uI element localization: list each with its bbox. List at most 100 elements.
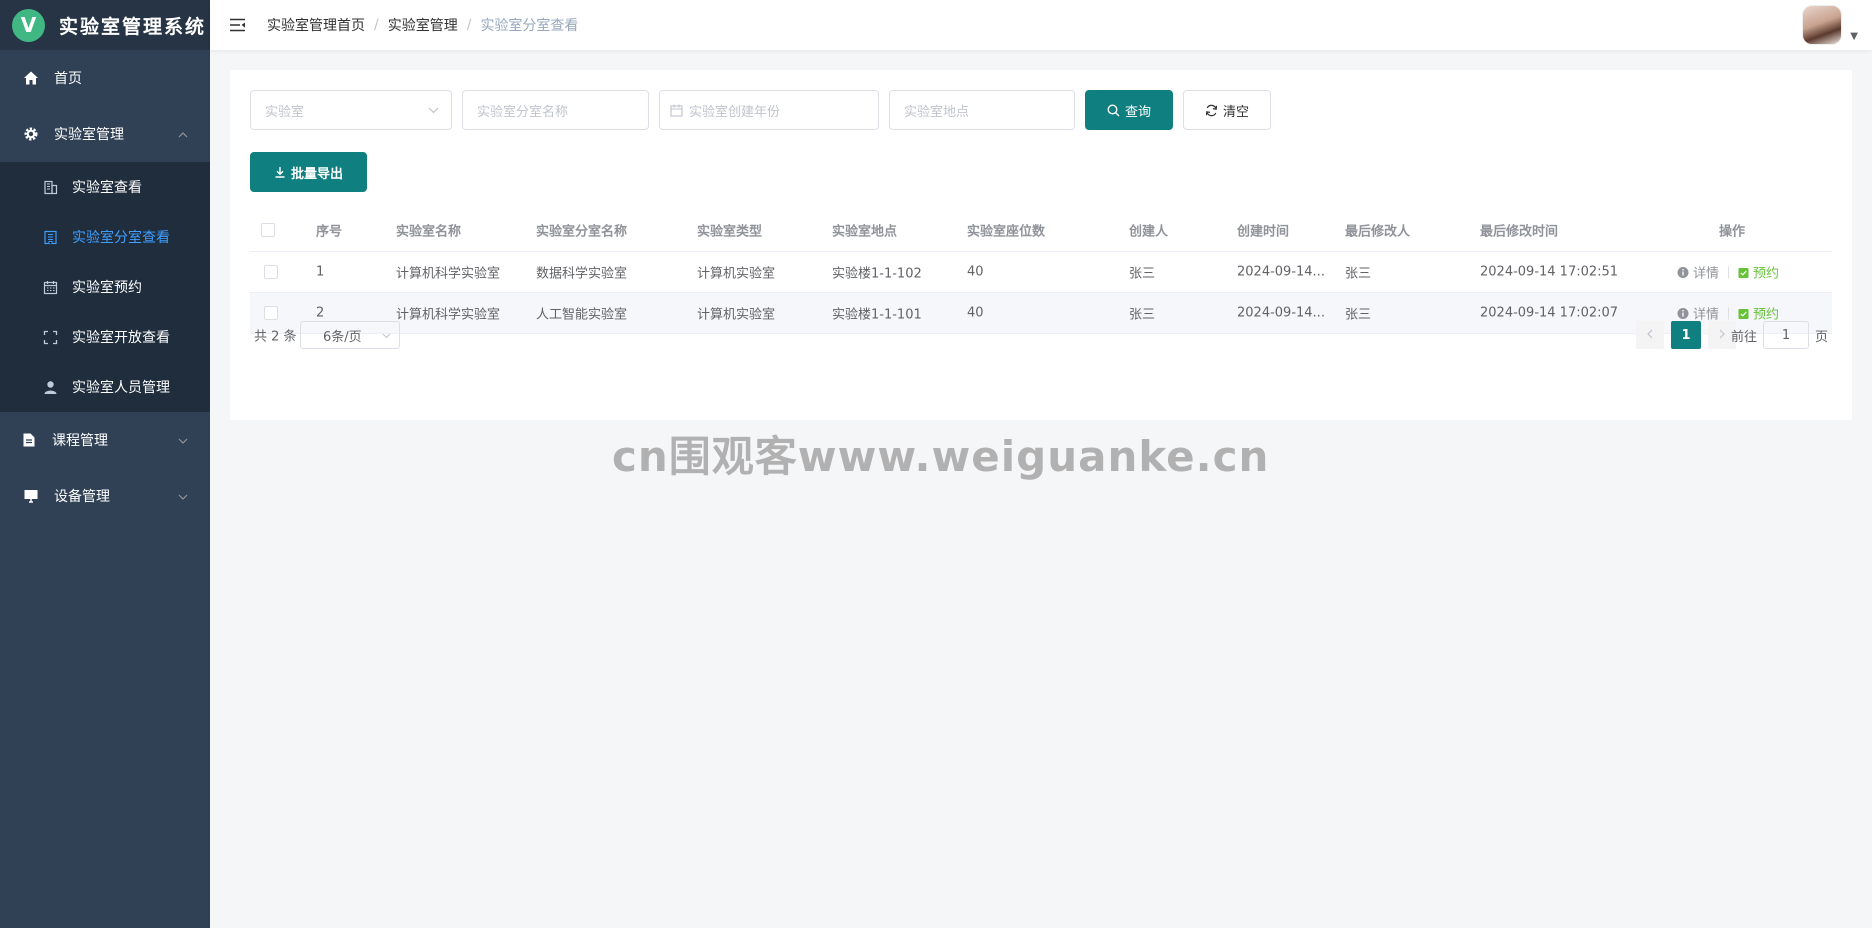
sidebar-item-lab-reservation[interactable]: 实验室预约: [0, 262, 210, 312]
prev-page-button[interactable]: [1636, 321, 1664, 349]
logo-badge: V: [12, 8, 45, 42]
chevron-down-icon: [428, 103, 439, 117]
chevron-down-icon: [382, 329, 391, 342]
sidebar-item-label: 课程管理: [52, 433, 108, 449]
sidebar-item-label: 实验室查看: [72, 180, 142, 196]
cell-lab: 计算机科学实验室: [396, 307, 501, 323]
cell-room: 人工智能实验室: [536, 307, 628, 323]
location-input[interactable]: 实验室地点: [889, 90, 1075, 130]
home-icon: [22, 69, 40, 87]
cell-index: 1: [316, 264, 325, 280]
col-room: 实验室分室名称: [536, 224, 628, 239]
cell-created: 2024-09-14...: [1237, 305, 1325, 321]
room-name-placeholder: 实验室分室名称: [477, 104, 569, 120]
detail-label: 详情: [1693, 266, 1720, 282]
reserve-button[interactable]: 预约: [1738, 263, 1779, 282]
row-checkbox[interactable]: [264, 265, 278, 279]
reserve-button[interactable]: 预约: [1738, 304, 1779, 323]
cell-seats: 40: [967, 305, 984, 321]
detail-label: 详情: [1693, 307, 1720, 323]
col-index: 序号: [316, 224, 343, 239]
goto-page: 前往 1 页: [1731, 321, 1828, 349]
info-icon: [1677, 266, 1689, 278]
year-picker[interactable]: 实验室创建年份: [659, 90, 879, 130]
row-actions: 详情 预约: [1677, 263, 1779, 282]
breadcrumb-home[interactable]: 实验室管理首页: [267, 15, 365, 35]
cell-type: 计算机实验室: [697, 307, 776, 323]
cell-location: 实验楼1-1-101: [832, 307, 922, 323]
detail-button[interactable]: 详情: [1677, 304, 1719, 323]
sidebar-item-home[interactable]: 首页: [0, 50, 210, 106]
col-lab: 实验室名称: [396, 224, 462, 239]
lab-select[interactable]: 实验室: [250, 90, 452, 130]
page-size-value: 6条/页: [323, 329, 362, 345]
cell-modified: 2024-09-14 17:02:07: [1480, 305, 1619, 321]
app-logo[interactable]: V 实验室管理系统: [0, 0, 210, 50]
fullscreen-icon: [42, 329, 58, 345]
goto-suffix: 页: [1814, 329, 1828, 345]
search-button[interactable]: 查询: [1085, 90, 1173, 130]
cell-creator: 张三: [1129, 266, 1156, 282]
cell-modified: 2024-09-14 17:02:51: [1480, 264, 1619, 280]
reserve-label: 预约: [1753, 307, 1780, 323]
col-modifier: 最后修改人: [1345, 224, 1411, 239]
breadcrumb-separator: /: [374, 17, 379, 33]
sidebar-item-lab-room-view[interactable]: 实验室分室查看: [0, 212, 210, 262]
refresh-icon: [1205, 104, 1218, 117]
user-menu[interactable]: ▼: [1802, 5, 1858, 45]
action-divider: [1728, 266, 1730, 278]
sidebar-item-lab-open-view[interactable]: 实验室开放查看: [0, 312, 210, 362]
sidebar-item-lab-staff[interactable]: 实验室人员管理: [0, 362, 210, 412]
goto-page-input[interactable]: 1: [1762, 321, 1809, 349]
clear-button[interactable]: 清空: [1183, 90, 1271, 130]
detail-button[interactable]: 详情: [1677, 263, 1719, 282]
row-checkbox[interactable]: [264, 306, 278, 320]
lab-management-submenu: 实验室查看 实验室分室查看 实验室预约 实验室开放查看 实验室人员管理: [0, 162, 210, 412]
table-row: 1 计算机科学实验室 数据科学实验室 计算机实验室 实验楼1-1-102 40 …: [250, 252, 1832, 293]
calendar-icon: [42, 279, 58, 295]
office-icon: [42, 229, 58, 245]
chevron-up-icon: [178, 127, 188, 141]
sidebar-item-label: 设备管理: [54, 489, 110, 505]
breadcrumb-current: 实验室分室查看: [480, 18, 579, 34]
menu-fold-icon[interactable]: [227, 15, 247, 35]
chevron-left-icon: [1647, 328, 1653, 342]
cell-location: 实验楼1-1-102: [832, 266, 922, 282]
year-picker-placeholder: 实验室创建年份: [689, 104, 781, 120]
clipboard-check-icon: [1738, 266, 1749, 278]
user-icon: [42, 379, 58, 395]
room-name-input[interactable]: 实验室分室名称: [462, 90, 649, 130]
breadcrumb: 实验室管理首页 / 实验室管理 / 实验室分室查看: [267, 15, 578, 35]
reserve-label: 预约: [1753, 266, 1780, 282]
info-icon: [1677, 307, 1689, 319]
sidebar-item-label: 实验室开放查看: [72, 330, 170, 346]
page-number-current[interactable]: 1: [1671, 321, 1701, 349]
page-size-select[interactable]: 6条/页: [300, 321, 400, 349]
table-header: 序号 实验室名称 实验室分室名称 实验室类型 实验室地点 实验室座位数 创建人 …: [250, 208, 1832, 252]
select-all-checkbox[interactable]: [261, 222, 275, 237]
col-creator: 创建人: [1129, 224, 1169, 239]
chevron-down-icon: [178, 489, 188, 503]
goto-prefix: 前往: [1730, 329, 1757, 345]
chevron-right-icon: [1719, 328, 1725, 342]
batch-export-button[interactable]: 批量导出: [250, 152, 367, 192]
col-type: 实验室类型: [697, 224, 763, 239]
sidebar-item-lab-view[interactable]: 实验室查看: [0, 162, 210, 212]
clear-button-label: 清空: [1222, 104, 1249, 120]
sidebar-item-course-management[interactable]: 课程管理: [0, 412, 210, 468]
top-header: 实验室管理首页 / 实验室管理 / 实验室分室查看 ▼: [210, 0, 1872, 50]
gear-icon: [22, 125, 40, 143]
sidebar-item-lab-management[interactable]: 实验室管理: [0, 106, 210, 162]
sidebar-item-label: 实验室预约: [72, 280, 142, 296]
col-modified: 最后修改时间: [1480, 224, 1559, 239]
avatar[interactable]: [1802, 5, 1843, 45]
watermark: cn围观客www.weiguanke.cn: [612, 432, 1270, 481]
sidebar-item-label: 实验室人员管理: [72, 380, 170, 396]
search-button-label: 查询: [1124, 104, 1151, 120]
col-created: 创建时间: [1237, 224, 1290, 239]
cell-created: 2024-09-14...: [1237, 264, 1325, 280]
sidebar-item-device-management[interactable]: 设备管理: [0, 468, 210, 524]
lab-room-table: 序号 实验室名称 实验室分室名称 实验室类型 实验室地点 实验室座位数 创建人 …: [250, 208, 1832, 334]
breadcrumb-separator: /: [466, 17, 472, 33]
breadcrumb-lab-management[interactable]: 实验室管理: [388, 15, 458, 35]
